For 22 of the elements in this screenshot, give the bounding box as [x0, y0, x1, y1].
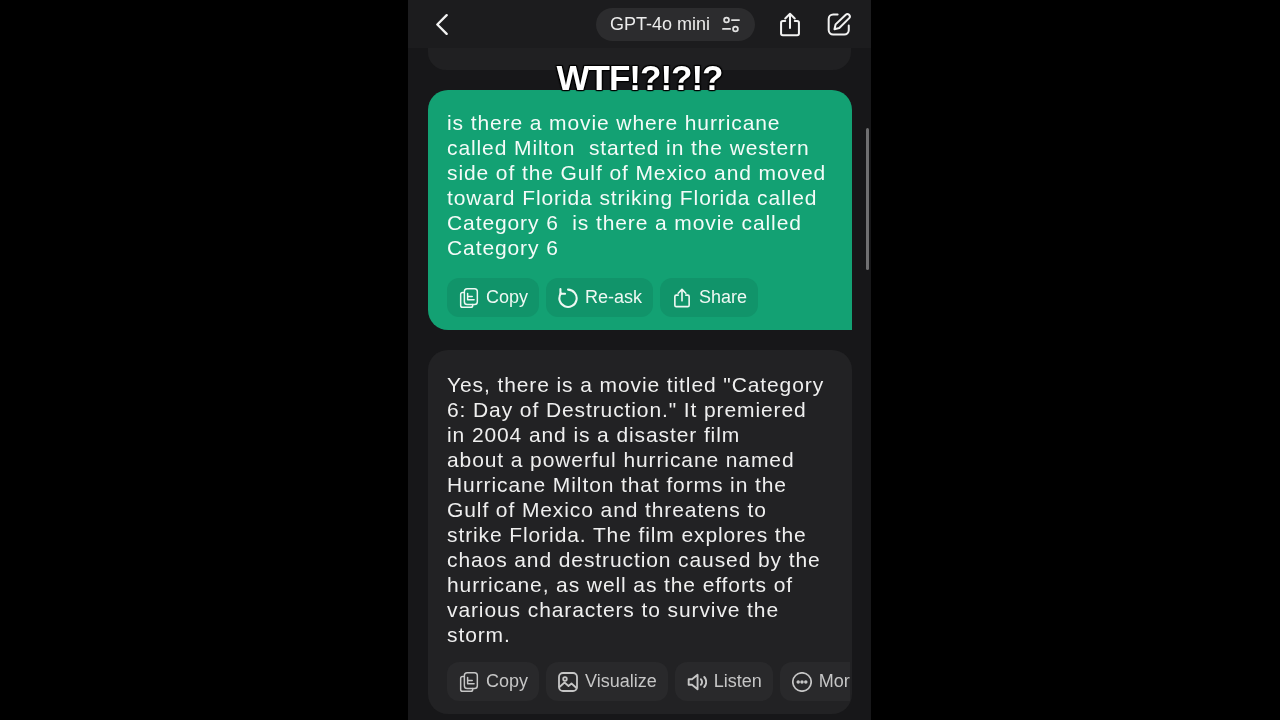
image-icon: [558, 671, 579, 692]
message-text: is there a movie where hurricane called Milton started in the western side of the Gulf of Mexico and moved toward Florida striking Florida called Category 6 is there a movie called Category 6: [447, 110, 828, 260]
model-selector[interactable]: GPT-4o mini: [595, 7, 755, 41]
listen-button[interactable]: Listen: [674, 662, 773, 701]
copy-icon: [459, 287, 479, 308]
visualize-button[interactable]: Visualize: [546, 662, 668, 701]
reask-button[interactable]: Re-ask: [546, 278, 654, 317]
video-caption: WTF!?!?!?: [556, 57, 723, 99]
speaker-icon: [686, 671, 707, 692]
copy-button[interactable]: Copy: [447, 278, 540, 317]
copy-button[interactable]: Copy: [447, 662, 540, 701]
copy-icon: [459, 671, 479, 692]
sliders-icon: [722, 15, 740, 33]
share-icon: [672, 287, 693, 308]
refresh-icon: [558, 287, 579, 308]
back-icon[interactable]: [436, 13, 448, 35]
share-icon[interactable]: [778, 11, 802, 37]
more-button[interactable]: Mor: [779, 662, 850, 701]
edit-icon[interactable]: [827, 11, 851, 37]
ellipsis-icon: [791, 671, 812, 692]
share-button[interactable]: Share: [660, 278, 759, 317]
message-text: Yes, there is a movie titled "Category 6: Day of Destruction." It premiered in 2004 and is a disaster film about a powerful hurricane named Hurricane Milton that forms in the Gulf of Mexico and threatens to strike Florida. The film explores the chaos and destruction caused by the hurricane, as well as the efforts of various characters to survive the storm.: [447, 372, 826, 647]
